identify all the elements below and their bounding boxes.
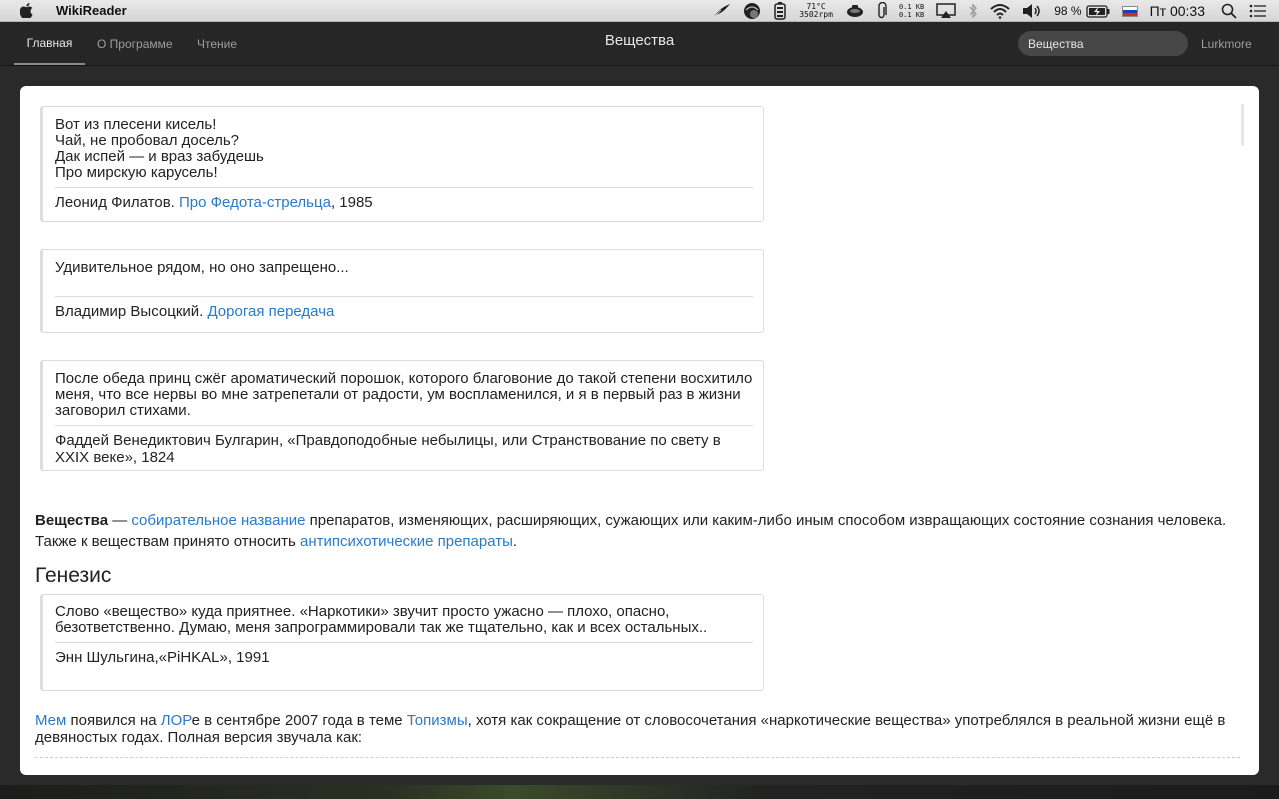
tab-home[interactable]: Главная (14, 22, 85, 65)
quote-text: После обеда принц сжёг ароматический пор… (55, 370, 753, 419)
link-collective-name[interactable]: собирательное название (131, 512, 305, 529)
list-icon[interactable] (1249, 4, 1267, 18)
article-term: Вещества (35, 512, 109, 529)
desktop-background (0, 785, 1279, 799)
quote-attribution: Энн Шульгина,«PiHKAL», 1991 (55, 642, 753, 667)
wifi-icon[interactable] (990, 3, 1010, 19)
tab-about[interactable]: О Программе (97, 22, 173, 65)
quote-line: Дак испей — и враз забудешь (55, 148, 264, 165)
article-content: Вот из плесени кисель! Чай, не пробовал … (20, 86, 1259, 775)
app-menu-name[interactable]: WikiReader (56, 3, 127, 18)
fan-speed: 3502rpm (799, 10, 833, 19)
genesis-text: е в сентябре 2007 года в теме (191, 712, 407, 729)
quote-attribution: Леонид Филатов. Про Федота-стрельца, 198… (55, 187, 753, 212)
clock[interactable]: Пт 00:33 (1150, 3, 1205, 19)
network-speed-readout[interactable]: 0.1 KB 0.1 KB (899, 3, 924, 19)
volume-icon[interactable] (1022, 3, 1042, 19)
genesis-paragraph: Мем появился на ЛОРе в сентябре 2007 год… (35, 712, 1245, 746)
quote-text: Вот из плесени кисель! Чай, не пробовал … (55, 117, 753, 181)
net-download: 0.1 KB (898, 11, 925, 19)
menu-bar: WikiReader 71°C 3502rpm 0.1 KB 0.1 KB 98… (0, 0, 1279, 22)
feather-icon[interactable] (711, 3, 731, 19)
quote-line: Чай, не пробовал досель? (55, 132, 239, 149)
link-antipsychotics[interactable]: антипсихотические препараты (300, 533, 513, 550)
quote-box: После обеда принц сжёг ароматический пор… (40, 360, 764, 471)
search-input[interactable] (1018, 31, 1188, 56)
net-upload: 0.1 KB (898, 3, 925, 11)
link-meme[interactable]: Мем (35, 712, 66, 729)
quote-attribution: Фаддей Венедиктович Булгарин, «Правдопод… (55, 425, 753, 466)
battery-monitor-icon[interactable] (773, 2, 787, 20)
bluetooth-icon[interactable] (968, 3, 978, 19)
quote-attribution: Владимир Высоцкий. Дорогая передача (55, 296, 753, 321)
battery-percent[interactable]: 98 % (1054, 4, 1081, 18)
quote-text: Удивительное рядом, но оно запрещено... (55, 260, 753, 290)
status-area: 71°C 3502rpm 0.1 KB 0.1 KB 98 % Пт 00:33 (711, 0, 1279, 22)
cpu-temp-readout[interactable]: 71°C 3502rpm (799, 3, 833, 19)
quote-box: Слово «вещество» куда приятнее. «Наркоти… (40, 594, 764, 691)
attribution-author: Владимир Высоцкий. (55, 303, 208, 320)
attribution-link[interactable]: Про Федота-стрельца (179, 194, 331, 211)
attribution-year: , 1985 (330, 194, 373, 211)
scrollbar[interactable] (1241, 104, 1244, 146)
link-topisms[interactable]: Топизмы (407, 712, 468, 729)
attribution-author: Леонид Филатов. (55, 194, 180, 211)
genesis-text: появился на (66, 712, 161, 729)
quote-line: Про мирскую карусель! (55, 164, 218, 181)
quote-box: Вот из плесени кисель! Чай, не пробовал … (40, 106, 764, 222)
quote-line: Удивительное рядом, но оно запрещено... (55, 259, 349, 276)
section-heading-genesis: Генезис (35, 564, 112, 587)
dash-text: — (108, 512, 132, 529)
divider (35, 757, 1240, 758)
tab-reading[interactable]: Чтение (197, 22, 237, 65)
intro-end: . (512, 533, 518, 550)
lurkmore-link[interactable]: Lurkmore (1201, 37, 1252, 51)
intro-paragraph: Вещества — собирательное название препар… (35, 510, 1245, 552)
quote-text: Слово «вещество» куда приятнее. «Наркоти… (55, 603, 708, 636)
airplay-icon[interactable] (936, 3, 956, 19)
apple-icon[interactable] (20, 3, 36, 18)
russian-flag-icon[interactable] (1121, 5, 1138, 17)
search-icon[interactable] (1221, 3, 1237, 19)
quote-box: Удивительное рядом, но оно запрещено... … (40, 249, 764, 333)
attribution-link[interactable]: Дорогая передача (207, 303, 334, 320)
helmet-icon[interactable] (743, 2, 761, 20)
quote-line: Вот из плесени кисель! (55, 116, 217, 133)
paperclip-icon[interactable] (877, 2, 887, 20)
battery-icon[interactable] (1085, 4, 1110, 18)
teapot-icon[interactable] (845, 3, 865, 19)
app-toolbar: Главная О Программе Чтение Вещества Lurk… (0, 22, 1279, 66)
link-lor[interactable]: ЛОР (161, 712, 192, 729)
